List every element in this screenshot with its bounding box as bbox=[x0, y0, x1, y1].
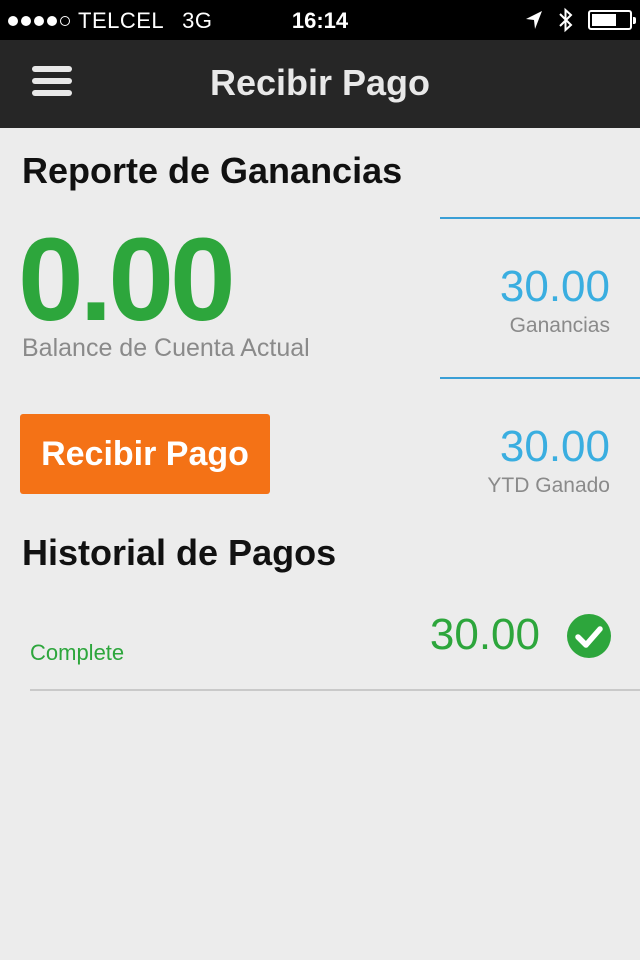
nav-bar: Recibir Pago bbox=[0, 40, 640, 128]
ytd-earned-value: 30.00 bbox=[499, 422, 610, 471]
ytd-earned-label: YTD Ganado bbox=[487, 474, 610, 497]
account-balance-label: Balance de Cuenta Actual bbox=[22, 334, 310, 362]
account-balance: 0.00 bbox=[18, 214, 236, 346]
status-bar: TELCEL 3G 16:14 bbox=[0, 0, 640, 40]
stats-divider-middle bbox=[440, 377, 640, 379]
history-item-status: Complete bbox=[30, 640, 125, 665]
history-divider bbox=[30, 689, 640, 691]
bluetooth-icon bbox=[559, 7, 573, 33]
history-item-amount: 30.00 bbox=[429, 610, 540, 659]
page-title: Recibir Pago bbox=[209, 62, 431, 103]
stats-divider-top bbox=[440, 217, 640, 219]
earnings-label: Ganancias bbox=[509, 314, 610, 337]
battery-icon bbox=[588, 10, 636, 30]
report-title: Reporte de Ganancias bbox=[22, 150, 403, 191]
earnings-value: 30.00 bbox=[499, 262, 610, 311]
location-arrow-icon bbox=[526, 11, 542, 29]
receive-payment-button[interactable]: Recibir Pago bbox=[20, 414, 270, 494]
check-circle-icon bbox=[567, 614, 611, 658]
status-right bbox=[524, 7, 636, 33]
history-title: Historial de Pagos bbox=[22, 532, 337, 573]
